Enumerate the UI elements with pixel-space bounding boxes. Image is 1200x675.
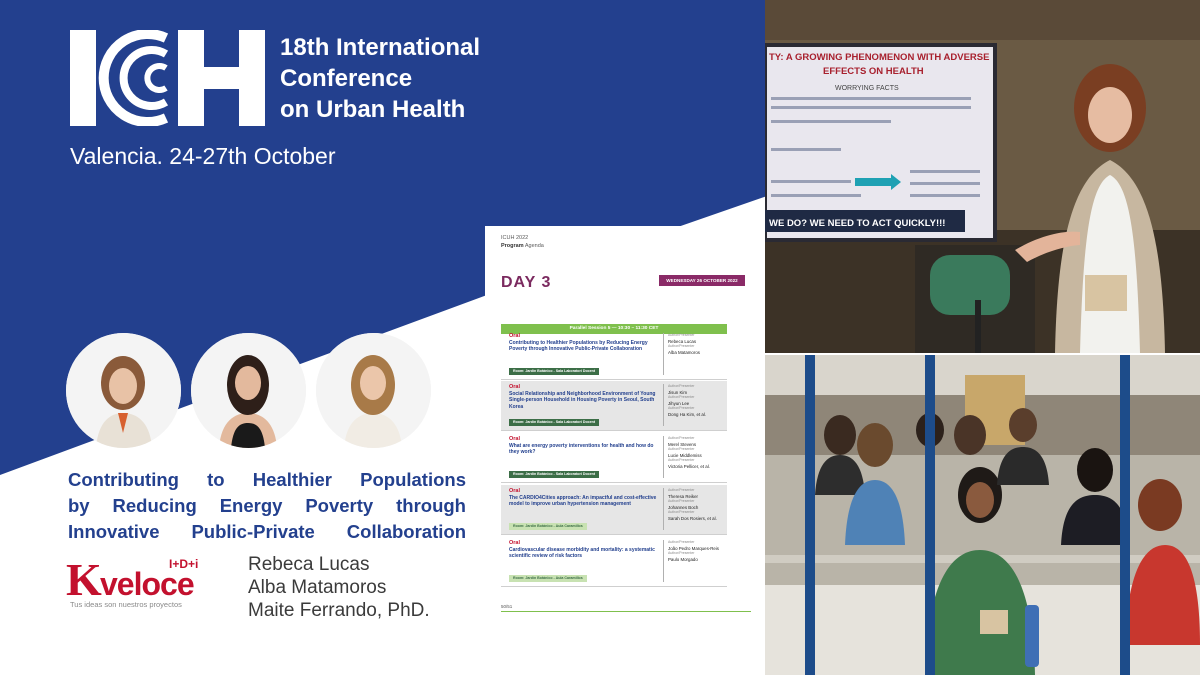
- author-list: Rebeca Lucas Alba Matamoros Maite Ferran…: [248, 553, 430, 622]
- program-row-room: Room: Jardín Botánico - Aula Caramillos: [509, 523, 587, 530]
- program-row-presenters: Author/Presenter Theresa Reiker Author/Pre…: [668, 488, 726, 521]
- program-row-divider: [663, 384, 664, 426]
- program-row-divider: [663, 540, 664, 582]
- promo-panel: 18th International Conference on Urban H…: [0, 0, 770, 675]
- program-row-presenters: Author/Presenter João Pedro Marques-Reis A…: [668, 540, 726, 562]
- kveloce-logo-mark: K: [66, 554, 102, 605]
- talk-title: Contributing to Healthier Populations by…: [68, 467, 466, 545]
- program-header: ICUH 2022 Program Agenda: [501, 234, 544, 250]
- program-row: Oral What are energy poverty intervention…: [501, 433, 727, 483]
- speaker-photo-1: [66, 333, 181, 448]
- talk-title-line: by Reducing Energy Poverty through: [68, 495, 466, 516]
- presenter-name: Dong Ha Kim, et al.: [668, 411, 707, 417]
- program-day: DAY 3: [501, 274, 552, 291]
- slide-banner: WE DO? WE NEED TO ACT QUICKLY!!!: [769, 218, 945, 229]
- slide-subhead: WORRYING FACTS: [835, 85, 899, 92]
- program-page: ICUH 2022 Program Agenda DAY 3 WEDNESDAY…: [485, 226, 751, 628]
- presenter-name: Sarah Dos Rosiers, et al.: [668, 515, 717, 521]
- presentation-photo: TY: A GROWING PHENOMENON WITH ADVERSE EF…: [765, 0, 1200, 353]
- program-page-number: 50/51: [501, 604, 513, 609]
- kveloce-logo: K veloce I+D+i Tus ideas son nuestros pr…: [66, 557, 218, 612]
- conference-title-line: on Urban Health: [280, 96, 466, 123]
- program-row-room: Room: Jardín Botánico - Aula Caramillos: [509, 575, 587, 582]
- kveloce-logo-sup: I+D+i: [169, 557, 199, 571]
- program-row: Oral The CARDIO4Cities approach: An impac…: [501, 485, 727, 535]
- program-row-room: Room: Jardín Botánico - Sala Laboratori …: [509, 471, 600, 478]
- program-footer-line: [501, 611, 751, 612]
- slide-title-line: TY: A GROWING PHENOMENON WITH ADVERSE: [769, 52, 989, 63]
- speaker-photo-3: [316, 333, 431, 448]
- program-row-divider: [663, 333, 664, 375]
- program-row-type: Oral: [509, 333, 521, 339]
- conference-date: Valencia. 24-27th October: [70, 143, 336, 169]
- talk-title-line: Innovative Public-Private Collaboration: [68, 521, 466, 542]
- program-row-presenters: Author/Presenter Merel Stevens Author/Pres…: [668, 436, 726, 469]
- program-row-presenters: Author/Presenter Jisun Kim Author/Presente…: [668, 384, 726, 417]
- author-name: Rebeca Lucas: [248, 554, 370, 575]
- presenter-name: Alba Matamoros: [668, 349, 700, 355]
- slide-title-line: EFFECTS ON HEALTH: [823, 66, 924, 77]
- conference-title: 18th International Conference on Urban H…: [280, 32, 480, 125]
- kveloce-tagline: Tus ideas son nuestros proyectos: [70, 600, 182, 609]
- talk-title-line: Contributing to Healthier Populations: [68, 469, 466, 490]
- speaker-photo-2: [191, 333, 306, 448]
- program-row-divider: [663, 436, 664, 478]
- program-row-room: Room: Jardín Botánico - Sala Laboratori …: [509, 419, 600, 426]
- kveloce-logo-word: veloce: [100, 566, 195, 602]
- author-name: Maite Ferrando, PhD.: [248, 600, 430, 621]
- program-row: Oral Contributing to Healthier Population…: [501, 330, 727, 380]
- conference-title-line: Conference: [280, 65, 413, 92]
- icuh-logo: [70, 30, 265, 126]
- program-row-type: Oral: [509, 384, 521, 390]
- program-row-presenters: Author/Presenter Rebeca Lucas Author/Prese…: [668, 333, 726, 355]
- presenter-name: Paulo Morgado: [668, 556, 698, 562]
- program-event: ICUH 2022: [501, 235, 529, 241]
- program-row-room: Room: Jardín Botánico - Sala Laboratori …: [509, 368, 600, 375]
- program-section: Program: [501, 243, 524, 249]
- program-row-type: Oral: [509, 540, 521, 546]
- program-row: Oral Cardiovascular disease morbidity and…: [501, 537, 727, 587]
- program-row: Oral Social Relationship and Neighborhood…: [501, 381, 727, 431]
- program-row-title: Contributing to Healthier Populations by…: [509, 340, 648, 353]
- program-date-badge: WEDNESDAY 26 OCTOBER 2022: [659, 275, 745, 286]
- program-row-title: Social Relationship and Neighborhood Env…: [509, 391, 656, 410]
- conference-title-line: 18th International: [280, 34, 481, 61]
- author-name: Alba Matamoros: [248, 577, 387, 598]
- program-subsection: Agenda: [524, 243, 544, 249]
- program-row-divider: [663, 488, 664, 530]
- program-row-type: Oral: [509, 488, 521, 494]
- presenter-name: Victoria Pellicer, et al.: [668, 463, 710, 469]
- program-row-title: The CARDIO4Cities approach: An impactful…: [509, 495, 657, 508]
- program-row-type: Oral: [509, 436, 521, 442]
- audience-photo: [765, 355, 1200, 675]
- program-row-title: Cardiovascular disease morbidity and mor…: [509, 547, 655, 560]
- program-row-title: What are energy poverty interventions fo…: [509, 443, 654, 456]
